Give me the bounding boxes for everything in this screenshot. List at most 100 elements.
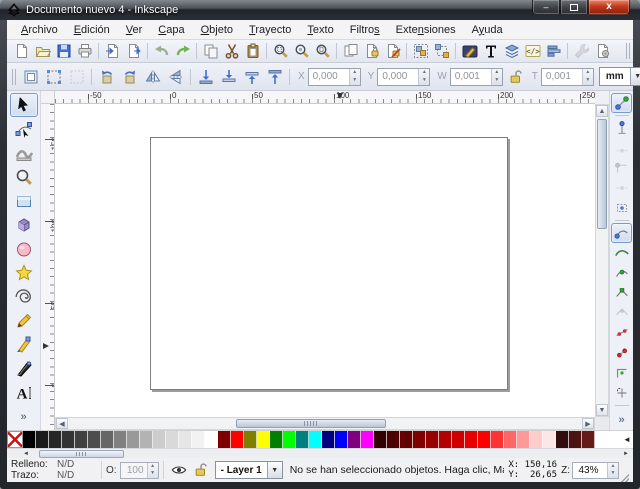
- snap-grid-button[interactable]: [611, 383, 632, 403]
- color-swatch[interactable]: [413, 431, 426, 448]
- color-swatch[interactable]: [569, 431, 582, 448]
- spinner[interactable]: ▲▼: [418, 69, 429, 85]
- zoom-selection-button[interactable]: [270, 41, 291, 61]
- deselect-button[interactable]: [65, 65, 88, 88]
- vertical-scroll-thumb[interactable]: [597, 119, 607, 229]
- text-dialog-button[interactable]: [480, 41, 501, 61]
- paste-button[interactable]: [242, 41, 263, 61]
- fill-stroke-indicator[interactable]: Relleno: N/D Trazo: N/D: [11, 459, 91, 481]
- snap-bbox-centers-button[interactable]: [611, 198, 632, 218]
- zoom-page-button[interactable]: [312, 41, 333, 61]
- color-swatch[interactable]: [387, 431, 400, 448]
- color-swatch[interactable]: [517, 431, 530, 448]
- import-document-button[interactable]: [102, 41, 123, 61]
- snap-enable-button[interactable]: [611, 93, 632, 113]
- fill-stroke-dialog-button[interactable]: [459, 41, 480, 61]
- color-swatch[interactable]: [62, 431, 75, 448]
- raise-to-top-button[interactable]: [263, 65, 286, 88]
- snap-smooth-nodes-button[interactable]: [611, 303, 632, 323]
- scroll-right-icon[interactable]: ▶: [582, 418, 594, 429]
- group-objects-button[interactable]: [410, 41, 431, 61]
- inkscape-preferences-button[interactable]: [571, 41, 592, 61]
- layers-dialog-button[interactable]: [501, 41, 522, 61]
- open-document-button[interactable]: [32, 41, 53, 61]
- color-swatch[interactable]: [257, 431, 270, 448]
- color-swatch[interactable]: [166, 431, 179, 448]
- color-swatch[interactable]: [36, 431, 49, 448]
- color-swatch[interactable]: [153, 431, 166, 448]
- new-document-button[interactable]: [11, 41, 32, 61]
- select-all-button[interactable]: [19, 65, 42, 88]
- color-swatch[interactable]: [205, 431, 218, 448]
- opacity-spinner[interactable]: ▲▼: [147, 463, 158, 478]
- snap-nodes-button[interactable]: [611, 223, 632, 243]
- menu-ver[interactable]: Ver: [118, 22, 151, 38]
- snap-bbox-button[interactable]: [611, 118, 632, 138]
- create-clone-button[interactable]: [361, 41, 382, 61]
- zoom-tool-button[interactable]: [10, 165, 38, 189]
- horizontal-scroll-thumb[interactable]: [236, 419, 386, 428]
- color-swatch[interactable]: [348, 431, 361, 448]
- drawing-canvas[interactable]: [55, 104, 595, 417]
- snap-path-intersections-button[interactable]: [611, 263, 632, 283]
- color-swatch[interactable]: [101, 431, 114, 448]
- flip-vertical-button[interactable]: [164, 65, 187, 88]
- close-button[interactable]: x: [588, 0, 630, 15]
- color-swatch[interactable]: [114, 431, 127, 448]
- menu-edición[interactable]: Edición: [66, 22, 118, 38]
- color-swatch[interactable]: [491, 431, 504, 448]
- color-swatch[interactable]: [283, 431, 296, 448]
- menu-trayecto[interactable]: Trayecto: [241, 22, 299, 38]
- color-swatch[interactable]: [452, 431, 465, 448]
- lower-to-bottom-button[interactable]: [194, 65, 217, 88]
- undo-button[interactable]: [151, 41, 172, 61]
- color-swatch[interactable]: [478, 431, 491, 448]
- snap-paths-button[interactable]: [611, 243, 632, 263]
- canvas-page[interactable]: [150, 137, 508, 390]
- color-swatch[interactable]: [179, 431, 192, 448]
- zoom-spinner[interactable]: ▲▼: [607, 463, 618, 478]
- color-swatch[interactable]: [374, 431, 387, 448]
- scroll-up-icon[interactable]: ▲: [596, 105, 608, 117]
- box3d-tool-button[interactable]: [10, 213, 38, 237]
- color-swatch[interactable]: [218, 431, 231, 448]
- calligraphy-tool-button[interactable]: [10, 357, 38, 381]
- pencil-tool-button[interactable]: [10, 309, 38, 333]
- resize-grip[interactable]: [621, 474, 629, 482]
- toolbox-overflow-chevron[interactable]: »: [20, 411, 26, 423]
- lock-ratio-icon[interactable]: [507, 69, 525, 85]
- color-swatch[interactable]: [582, 431, 595, 448]
- save-document-button[interactable]: [53, 41, 74, 61]
- node-tool-button[interactable]: [10, 117, 38, 141]
- color-swatch[interactable]: [400, 431, 413, 448]
- unit-dropdown-arrow-icon[interactable]: ▼: [630, 68, 640, 85]
- color-swatch[interactable]: [465, 431, 478, 448]
- menu-texto[interactable]: Texto: [299, 22, 341, 38]
- color-swatch[interactable]: [49, 431, 62, 448]
- color-swatch[interactable]: [439, 431, 452, 448]
- layer-visibility-eye-icon[interactable]: [170, 462, 188, 478]
- xml-editor-button[interactable]: </>: [522, 41, 543, 61]
- snap-midpoints-button[interactable]: [611, 323, 632, 343]
- color-swatch[interactable]: [296, 431, 309, 448]
- snap-cusp-nodes-button[interactable]: [611, 283, 632, 303]
- cut-button[interactable]: [221, 41, 242, 61]
- layer-selector[interactable]: - Layer 1 ▼: [215, 461, 283, 479]
- rotate-ccw-button[interactable]: [95, 65, 118, 88]
- palette-menu-arrow-icon[interactable]: ◄: [621, 431, 633, 448]
- palette-scrollbar[interactable]: ◄ ►: [7, 448, 633, 458]
- snap-bbox-corners-button[interactable]: [611, 158, 632, 178]
- copy-button[interactable]: [200, 41, 221, 61]
- unit-selector[interactable]: mm▼: [599, 67, 640, 86]
- color-swatch[interactable]: [192, 431, 205, 448]
- redo-button[interactable]: [172, 41, 193, 61]
- scroll-down-icon[interactable]: ▼: [596, 404, 608, 416]
- flip-horizontal-button[interactable]: [141, 65, 164, 88]
- document-properties-button[interactable]: [592, 41, 613, 61]
- zoom-spinbox[interactable]: 43% ▲▼: [572, 462, 619, 479]
- field-y-spinbox[interactable]: 0,000 ▲▼: [377, 68, 430, 86]
- color-swatch[interactable]: [322, 431, 335, 448]
- select-all-layers-button[interactable]: [42, 65, 65, 88]
- field-t-spinbox[interactable]: 0,001 ▲▼: [541, 68, 594, 86]
- menu-archivo[interactable]: Archivo: [13, 22, 66, 38]
